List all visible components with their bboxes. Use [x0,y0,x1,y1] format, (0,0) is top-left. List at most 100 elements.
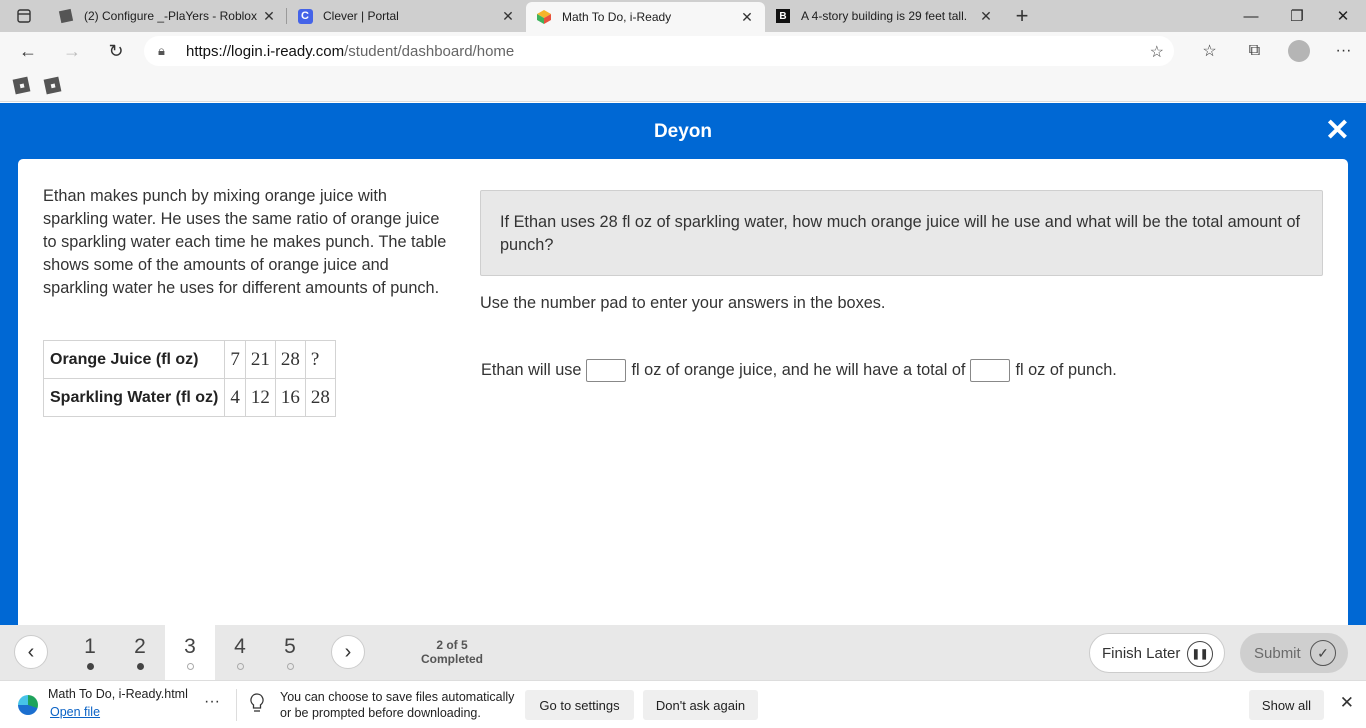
forward-button[interactable]: → [50,32,94,70]
table-cell: 28 [304,378,336,417]
browser-tab-strip: (2) Configure _-PlaYers - Roblox ✕ C Cle… [0,0,1366,32]
row-label: Orange Juice (fl oz) [42,340,226,379]
close-window-button[interactable]: ✕ [1320,0,1366,32]
close-download-bar-icon[interactable]: ✕ [1340,693,1354,713]
student-name: Deyon [653,121,713,142]
orange-juice-answer-box[interactable] [586,359,627,382]
download-message-line: You can choose to save files automatical… [280,690,515,704]
address-bar[interactable]: 🔒︎ https://login.i-ready.com/student/das… [144,36,1174,66]
lesson-stage: Deyon ✕ Ethan makes punch by mixing oran… [0,103,1366,625]
question-number-label: 2 [134,635,146,658]
ratio-table: Orange Juice (fl oz) 7 21 28 ? Sparkling… [42,340,336,417]
tab-title: Math To Do, i-Ready [562,10,672,24]
plus-icon: + [1015,3,1029,28]
pause-icon: ❚❚ [1187,641,1213,667]
tab-title: A 4-story building is 29 feet tall. [801,9,968,23]
table-cell: 16 [274,378,306,417]
answer-text-part2: fl oz of orange juice, and he will have … [631,361,966,379]
submit-button[interactable]: Submit ✓ [1240,633,1348,673]
table-cell: 21 [244,340,276,379]
iready-icon [536,9,552,25]
tab-actions-icon [17,9,31,23]
minimize-button[interactable]: — [1228,0,1274,32]
download-more-icon[interactable]: ··· [204,693,220,711]
question-card: Ethan makes punch by mixing orange juice… [18,159,1348,625]
tab-actions-button[interactable] [0,0,48,32]
question-navigation: ‹ 1 2 3 4 5 › 2 of 5 Completed Finish La… [0,625,1366,680]
close-tab-icon[interactable]: ✕ [739,9,755,26]
question-number-1[interactable]: 1 [65,625,115,680]
answer-text-part3: fl oz of punch. [1015,361,1117,379]
chevron-left-icon: ‹ [27,640,35,663]
show-all-button[interactable]: Show all [1249,690,1324,720]
completed-dot [86,663,94,670]
download-message-line: or be prompted before downloading. [280,706,481,720]
question-number-4[interactable]: 4 [215,625,265,680]
refresh-button[interactable]: ↻ [94,32,138,70]
new-tab-button[interactable]: + [1004,0,1040,32]
back-button[interactable]: ← [6,32,50,70]
question-number-label: 5 [284,635,296,658]
url-path: /student/dashboard/home [344,42,515,60]
row-label: Sparkling Water (fl oz) [42,378,226,417]
close-tab-icon[interactable]: ✕ [500,8,516,25]
question-number-label: 3 [184,635,196,658]
question-number-3[interactable]: 3 [165,625,215,680]
open-file-link[interactable]: Open file [50,705,100,719]
tab-clever[interactable]: C Clever | Portal ✕ [287,0,526,32]
download-separator [236,689,237,721]
checkmark-icon: ✓ [1310,640,1336,666]
close-tab-icon[interactable]: ✕ [261,8,277,25]
previous-question-button[interactable]: ‹ [14,635,48,669]
finish-later-button[interactable]: Finish Later ❚❚ [1089,633,1225,673]
url-host: https://login.i-ready.com [186,42,345,60]
question-number-2[interactable]: 2 [115,625,165,680]
close-lesson-button[interactable]: ✕ [1325,113,1350,148]
edge-file-icon [18,695,38,715]
restore-button[interactable]: ❐ [1274,0,1320,32]
tab-iready[interactable]: Math To Do, i-Ready ✕ [526,2,765,32]
problem-text: Ethan makes punch by mixing orange juice… [43,187,447,297]
tab-brainly[interactable]: B A 4-story building is 29 feet tall. ✕ [765,0,1004,32]
submit-label: Submit [1254,644,1301,662]
completed-dot [136,663,144,670]
question-number-label: 1 [84,635,96,658]
close-tab-icon[interactable]: ✕ [978,8,994,25]
browser-toolbar: ← → ↻ 🔒︎ https://login.i-ready.com/stude… [0,32,1366,70]
answer-sentence: Ethan will use fl oz of orange juice, an… [481,359,1117,382]
collections-button[interactable]: ⧉ [1232,32,1277,70]
profile-avatar[interactable] [1288,40,1310,62]
favorites-button[interactable]: ☆ [1187,32,1232,70]
next-question-button[interactable]: › [331,635,365,669]
progress-count: 2 of 5 [436,638,468,652]
roblox-favorite-icon[interactable] [12,76,31,95]
add-favorite-icon[interactable]: ☆ [1150,42,1164,62]
table-row: Orange Juice (fl oz) 7 21 28 ? [42,340,336,379]
instruction-text: Use the number pad to enter your answers… [480,294,886,312]
favorites-bar [0,70,1366,102]
total-punch-answer-box[interactable] [970,359,1011,382]
tab-roblox[interactable]: (2) Configure _-PlaYers - Roblox ✕ [48,0,287,32]
tab-title: Clever | Portal [323,9,399,23]
table-row: Sparkling Water (fl oz) 4 12 16 28 [42,378,336,417]
more-icon: ··· [1335,42,1352,59]
close-icon: ✕ [1324,114,1350,147]
incomplete-dot [286,663,294,670]
settings-more-button[interactable]: ··· [1321,32,1366,70]
incomplete-dot [236,663,244,670]
progress-label: Completed [420,652,483,666]
finish-later-label: Finish Later [1102,644,1181,662]
table-cell: ? [304,340,336,379]
download-message: You can choose to save files automatical… [280,689,514,721]
chevron-right-icon: › [344,640,352,663]
dont-ask-again-button[interactable]: Don't ask again [643,690,758,720]
roblox-favorite-icon[interactable] [43,76,62,95]
toolbar-actions: ☆ ⧉ ··· [1187,32,1366,70]
question-number-5[interactable]: 5 [265,625,315,680]
go-to-settings-button[interactable]: Go to settings [525,690,634,720]
download-file-name: Math To Do, i-Ready.html [48,687,188,701]
window-controls: — ❐ ✕ [1228,0,1366,32]
collections-icon: ⧉ [1248,42,1261,59]
download-bar: Math To Do, i-Ready.html Open file ··· Y… [0,680,1366,728]
question-prompt-box: If Ethan uses 28 fl oz of sparkling wate… [480,190,1323,276]
